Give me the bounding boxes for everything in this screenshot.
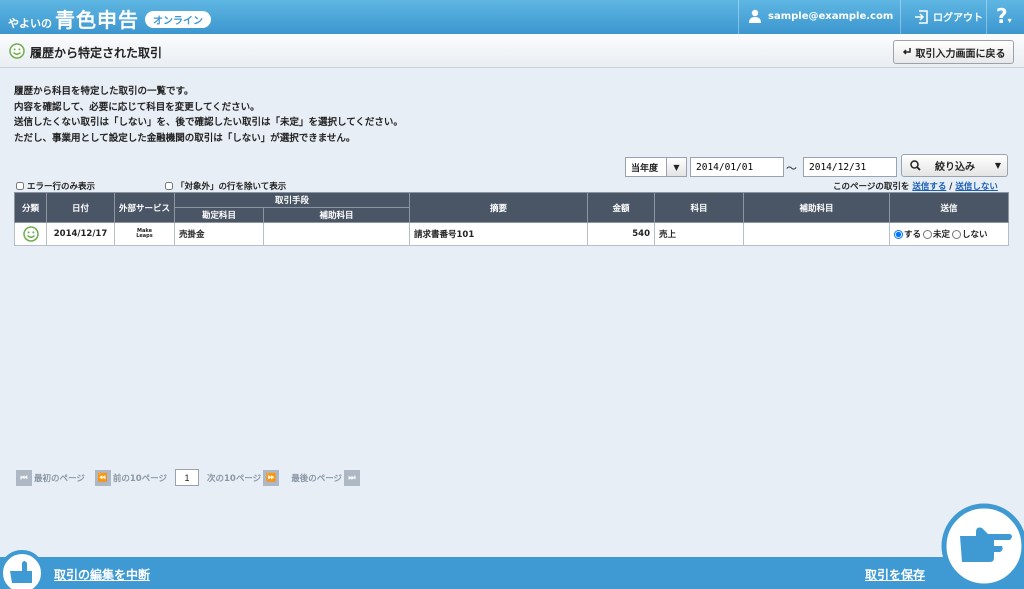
error-only-checkbox[interactable]: エラー行のみ表示 xyxy=(16,180,95,192)
back-button-label: 取引入力画面に戻る xyxy=(915,48,1006,60)
send-radio-no[interactable]: しない xyxy=(952,228,988,240)
send-none-link[interactable]: 送信しない xyxy=(955,182,998,192)
col-header-date: 日付 xyxy=(46,192,115,223)
logo-badge: オンライン xyxy=(145,11,211,28)
send-radio-no-input[interactable] xyxy=(952,229,962,239)
date-range-separator: 〜 xyxy=(786,162,797,175)
top-bar: やよいの 青色申告 オンライン sample@example.com ログアウト… xyxy=(0,0,1024,34)
save-transactions-link[interactable]: 取引を保存 xyxy=(865,566,925,583)
error-only-checkbox-input[interactable] xyxy=(16,182,24,190)
send-radio-yes[interactable]: する xyxy=(894,228,921,240)
next-pages-icon[interactable]: ⏩ xyxy=(263,469,280,486)
description: 履歴から科目を特定した取引の一覧です。 内容を確認して、必要に応じて科目を変更し… xyxy=(14,84,403,146)
last-page-label[interactable]: 最後のページ xyxy=(291,472,342,484)
col-header-external-service: 外部サービス xyxy=(114,192,175,223)
send-radio-label: する xyxy=(904,230,922,240)
exclude-outside-label: 「対象外」の行を除いて表示 xyxy=(176,182,287,192)
logo-sub: やよいの xyxy=(8,17,52,30)
send-radio-yes-input[interactable] xyxy=(894,229,903,239)
next-pages-label[interactable]: 次の10ページ xyxy=(207,472,261,484)
logo-text: Leaps xyxy=(136,233,153,239)
chevron-down-icon: ▼ xyxy=(666,158,686,176)
smile-icon xyxy=(9,43,25,59)
help-dropdown-icon: ▾ xyxy=(1007,16,1012,25)
return-icon xyxy=(902,48,911,55)
col-header-account: 勘定科目 xyxy=(174,207,264,223)
last-page-icon[interactable]: ⏭ xyxy=(344,469,361,486)
page-send-controls: このページの取引を 送信する / 送信しない xyxy=(833,180,998,192)
first-page-icon[interactable]: ⏮ xyxy=(16,469,32,486)
chevron-down-icon: ▼ xyxy=(994,161,1001,170)
exclude-outside-checkbox[interactable]: 「対象外」の行を除いて表示 xyxy=(165,180,286,192)
col-header-send: 送信 xyxy=(889,192,1009,223)
divider xyxy=(900,0,901,34)
divider xyxy=(738,0,739,34)
subject-cell[interactable]: 売上 xyxy=(654,222,744,246)
user-account: sample@example.com xyxy=(748,9,893,23)
send-radio-label: しない xyxy=(962,230,988,240)
col-header-amount: 金額 xyxy=(587,192,655,223)
period-select[interactable]: 当年度 ▼ xyxy=(625,157,687,177)
description-line: 送信したくない取引は「しない」を、後で確認したい取引は「未定」を選択してください… xyxy=(14,117,403,129)
send-radio-pending-input[interactable] xyxy=(923,229,933,239)
sub-account-cell[interactable] xyxy=(263,222,410,246)
abort-editing-link[interactable]: 取引の編集を中断 xyxy=(54,566,150,583)
exclude-outside-checkbox-input[interactable] xyxy=(165,182,173,190)
send-all-link[interactable]: 送信する xyxy=(912,182,946,192)
page-number-input[interactable] xyxy=(175,469,200,486)
filter-button[interactable]: 絞り込み ▼ xyxy=(901,154,1008,177)
makeleaps-logo: Make Leaps xyxy=(119,229,170,239)
pointing-hand-right-icon[interactable] xyxy=(940,502,1024,589)
user-email: sample@example.com xyxy=(768,10,894,22)
col-header-sub-account: 補助科目 xyxy=(263,207,410,223)
col-header-summary: 摘要 xyxy=(409,192,588,223)
table-row: 2014/12/17 Make Leaps 売掛金 請求書番号101 540 売… xyxy=(14,222,1009,246)
logo-main: 青色申告 xyxy=(55,8,139,32)
external-service-cell: Make Leaps xyxy=(114,222,175,246)
sub-subject-cell[interactable] xyxy=(743,222,890,246)
logout-icon xyxy=(915,9,928,24)
col-header-subject: 科目 xyxy=(654,192,744,223)
col-header-sub-subject: 補助科目 xyxy=(743,192,890,223)
divider xyxy=(986,0,987,34)
page-send-prefix: このページの取引を xyxy=(833,182,910,192)
smile-icon xyxy=(22,226,39,242)
amount-cell: 540 xyxy=(587,222,655,246)
back-to-input-button[interactable]: 取引入力画面に戻る xyxy=(893,40,1014,64)
col-header-method: 取引手段 xyxy=(174,192,410,208)
page-title: 履歴から特定された取引 xyxy=(30,46,163,60)
help-button[interactable]: ?▾ xyxy=(996,4,1012,28)
send-radio-pending[interactable]: 未定 xyxy=(923,228,950,240)
logout-button[interactable]: ログアウト xyxy=(914,9,983,24)
first-page-label[interactable]: 最初のページ xyxy=(34,472,85,484)
prev-pages-label[interactable]: 前の10ページ xyxy=(113,472,167,484)
date-to-input[interactable] xyxy=(803,157,897,177)
account-cell[interactable]: 売掛金 xyxy=(174,222,264,246)
send-radio-label: 未定 xyxy=(933,230,951,240)
period-select-value: 当年度 xyxy=(631,163,659,174)
transactions-table: 分類 日付 外部サービス 取引手段 摘要 金額 科目 補助科目 送信 勘定科目 … xyxy=(14,192,1009,246)
search-icon xyxy=(910,160,921,171)
description-line: 内容を確認して、必要に応じて科目を変更してください。 xyxy=(14,101,260,113)
page-header: 履歴から特定された取引 xyxy=(0,34,1024,68)
pointing-hand-left-icon[interactable] xyxy=(0,543,44,589)
pager: ⏮ 最初のページ ⏪ 前の10ページ 次の10ページ ⏩ 最後のページ ⏭ xyxy=(16,469,362,486)
error-only-label: エラー行のみ表示 xyxy=(27,182,96,192)
description-line: 履歴から科目を特定した取引の一覧です。 xyxy=(14,86,194,97)
user-icon xyxy=(749,9,761,23)
date-cell: 2014/12/17 xyxy=(46,222,115,246)
separator: / xyxy=(949,182,953,192)
description-line: ただし、事業用として設定した金融機関の取引は「しない」が選択できません。 xyxy=(14,132,356,144)
category-cell xyxy=(14,222,47,246)
filter-button-label: 絞り込み xyxy=(935,162,975,173)
send-radio-group: する 未定 しない xyxy=(894,228,1004,240)
summary-cell[interactable]: 請求書番号101 xyxy=(409,222,588,246)
help-icon: ? xyxy=(996,4,1008,28)
prev-pages-icon[interactable]: ⏪ xyxy=(94,469,111,486)
col-header-category: 分類 xyxy=(14,192,47,223)
send-cell: する 未定 しない xyxy=(889,222,1009,246)
logout-label: ログアウト xyxy=(933,13,983,24)
app-logo[interactable]: やよいの 青色申告 オンライン xyxy=(8,4,211,33)
date-from-input[interactable] xyxy=(690,157,784,177)
